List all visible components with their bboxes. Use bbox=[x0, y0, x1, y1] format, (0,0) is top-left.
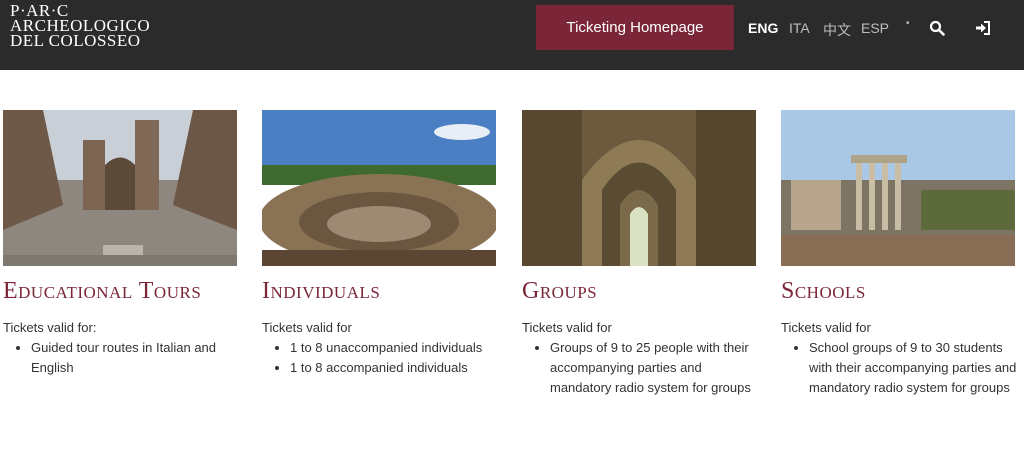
separator-dot: • bbox=[906, 18, 910, 29]
card-individuals[interactable]: Individuals Tickets valid for 1 to 8 una… bbox=[262, 110, 496, 375]
search-icon[interactable] bbox=[929, 20, 945, 36]
lang-ita[interactable]: ITA bbox=[789, 20, 810, 36]
card-list: School groups of 9 to 30 students with t… bbox=[781, 338, 1019, 398]
individuals-image[interactable] bbox=[262, 110, 496, 266]
logo-line-3: DEL COLOSSEO bbox=[10, 31, 141, 50]
list-item: 1 to 8 unaccompanied individuals bbox=[290, 338, 500, 358]
list-item: School groups of 9 to 30 students with t… bbox=[809, 338, 1019, 398]
educational-tours-image[interactable] bbox=[3, 110, 237, 266]
card-title[interactable]: Individuals bbox=[262, 278, 380, 305]
list-item: Guided tour routes in Italian and Englis… bbox=[31, 338, 241, 378]
card-intro: Tickets valid for: bbox=[3, 320, 97, 335]
lang-zh[interactable]: 中文 bbox=[823, 20, 851, 40]
lang-esp[interactable]: ESP bbox=[861, 20, 889, 36]
card-title[interactable]: Schools bbox=[781, 278, 866, 305]
site-logo[interactable]: P·AR·C ARCHEOLOGICO DEL COLOSSEO bbox=[10, 2, 150, 50]
card-list: 1 to 8 unaccompanied individuals 1 to 8 … bbox=[262, 338, 500, 378]
card-intro: Tickets valid for bbox=[262, 320, 352, 335]
card-intro: Tickets valid for bbox=[522, 320, 612, 335]
card-intro: Tickets valid for bbox=[781, 320, 871, 335]
login-icon[interactable] bbox=[975, 20, 991, 36]
card-title[interactable]: Groups bbox=[522, 278, 597, 305]
card-schools[interactable]: Schools Tickets valid for School groups … bbox=[781, 110, 1016, 395]
list-item: Groups of 9 to 25 people with their acco… bbox=[550, 338, 760, 398]
card-educational-tours[interactable]: Educational Tours Tickets valid for: Gui… bbox=[3, 110, 237, 375]
groups-image[interactable] bbox=[522, 110, 756, 266]
top-header: P·AR·C ARCHEOLOGICO DEL COLOSSEO Ticketi… bbox=[0, 0, 1024, 70]
card-groups[interactable]: Groups Tickets valid for Groups of 9 to … bbox=[522, 110, 756, 395]
lang-eng[interactable]: ENG bbox=[748, 20, 778, 36]
ticketing-homepage-button[interactable]: Ticketing Homepage bbox=[536, 5, 734, 50]
list-item: 1 to 8 accompanied individuals bbox=[290, 358, 500, 378]
card-title[interactable]: Educational Tours bbox=[3, 278, 201, 305]
schools-image[interactable] bbox=[781, 110, 1015, 266]
card-list: Groups of 9 to 25 people with their acco… bbox=[522, 338, 760, 398]
card-list: Guided tour routes in Italian and Englis… bbox=[3, 338, 241, 378]
